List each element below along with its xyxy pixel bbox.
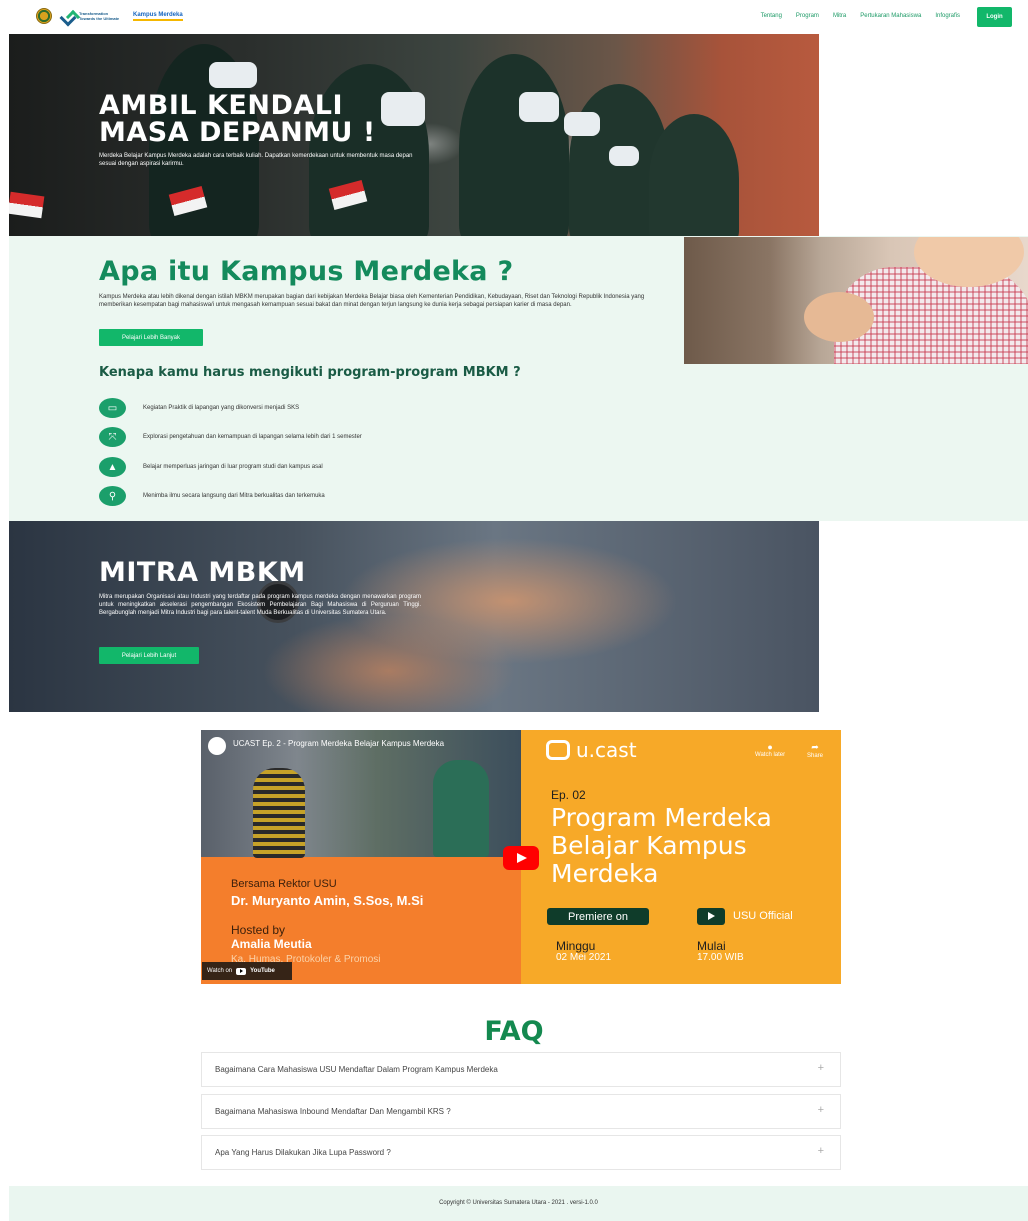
youtube-logo-icon (236, 967, 247, 975)
watch-later-button[interactable]: ● Watch later (755, 742, 785, 758)
about-photo (684, 237, 1028, 364)
video-title[interactable]: UCAST Ep. 2 - Program Merdeka Belajar Ka… (233, 739, 444, 748)
watch-on-label: Watch on (207, 968, 233, 974)
faq-question: Bagaimana Mahasiswa Inbound Mendaftar Da… (215, 1107, 451, 1116)
faq-item[interactable]: Bagaimana Cara Mahasiswa USU Mendaftar D… (201, 1052, 841, 1087)
plus-icon[interactable]: + (818, 1104, 824, 1116)
nav-link-tentang[interactable]: Tentang (761, 13, 782, 19)
with-rector-label: Bersama Rektor USU (231, 878, 337, 890)
nav-link-infografis[interactable]: Infografis (935, 13, 960, 19)
photo-student-hand (804, 292, 874, 342)
transformation-mark-icon (62, 10, 76, 22)
login-button[interactable]: Login (977, 7, 1012, 27)
face-mask-image (564, 112, 600, 136)
youtube-label: YouTube (250, 968, 275, 974)
rector-name: Dr. Muryanto Amin, S.Sos, M.Si (231, 893, 424, 908)
copyright-text: Copyright © Universitas Sumatera Utara -… (439, 1200, 598, 1206)
clock-icon: ● (767, 742, 773, 752)
kampus-merdeka-logo[interactable]: Kampus Merdeka (133, 12, 183, 21)
hero-student-figure (649, 114, 739, 236)
faq-title: FAQ (484, 1016, 544, 1047)
watch-on-youtube-button[interactable]: Watch on YouTube (202, 962, 292, 980)
nav-logos[interactable]: Transformation Towards the Ultimate Kamp… (36, 8, 183, 24)
channel-avatar[interactable] (208, 737, 226, 755)
ucast-logo-icon (546, 740, 570, 760)
plus-icon[interactable]: + (818, 1145, 824, 1157)
mitra-title: MITRA MBKM (99, 557, 306, 588)
why-mbkm-title: Kenapa kamu harus mengikuti program-prog… (99, 365, 521, 380)
usu-seal-logo[interactable] (36, 8, 52, 24)
reason-label: Belajar memperluas jaringan di luar prog… (143, 464, 323, 470)
play-button-icon[interactable] (503, 846, 539, 870)
nav-links: Tentang Program Mitra Pertukaran Mahasis… (761, 13, 960, 19)
share-arrow-icon: ➦ (811, 742, 819, 752)
face-mask-image (209, 62, 257, 88)
hero-title-line-2: MASA DEPANMU ! (99, 117, 376, 148)
face-mask-image (609, 146, 639, 166)
reason-item: ⤧ Explorasi pengetahuan dan kemampuan di… (99, 427, 362, 447)
share-label: Share (807, 753, 824, 759)
reason-item: ▲ Belajar memperluas jaringan di luar pr… (99, 457, 323, 477)
footer: Copyright © Universitas Sumatera Utara -… (9, 1186, 1028, 1221)
transformation-logo-text: Transformation Towards the Ultimate (79, 11, 120, 21)
reason-label: Explorasi pengetahuan dan kemampuan di l… (143, 434, 362, 440)
nav-link-program[interactable]: Program (796, 13, 819, 19)
hosted-by-label: Hosted by (231, 923, 286, 937)
faq-question: Bagaimana Cara Mahasiswa USU Mendaftar D… (215, 1065, 498, 1074)
briefcase-icon: ▭ (99, 398, 126, 418)
host-name: Amalia Meutia (231, 937, 312, 951)
about-title: Apa itu Kampus Merdeka ? (99, 256, 514, 287)
learn-more-button[interactable]: Pelajari Lebih Banyak (99, 329, 203, 346)
about-description: Kampus Merdeka atau lebih dikenal dengan… (99, 294, 645, 308)
ucast-brand: u.cast (546, 738, 637, 762)
faq-question: Apa Yang Harus Dilakukan Jika Lupa Passw… (215, 1148, 391, 1157)
indonesian-flag-image (9, 191, 45, 219)
hero-student-figure (459, 54, 569, 236)
video-person-rector (253, 768, 305, 858)
youtube-video-embed[interactable]: UCAST Ep. 2 - Program Merdeka Belajar Ka… (201, 730, 841, 984)
hero-subtitle: Merdeka Belajar Kampus Merdeka adalah ca… (99, 153, 413, 167)
faq-item[interactable]: Bagaimana Mahasiswa Inbound Mendaftar Da… (201, 1094, 841, 1129)
ucast-brand-text: u.cast (576, 738, 637, 762)
premiere-time: 17.00 WIB (697, 952, 744, 963)
premiere-badge: Premiere on (547, 908, 649, 925)
reason-item: ⚲ Menimba ilmu secara langsung dari Mitr… (99, 486, 325, 506)
learn-more-further-button[interactable]: Pelajari Lebih Lanjut (99, 647, 199, 664)
episode-label: Ep. 02 (551, 788, 586, 802)
faq-item[interactable]: Apa Yang Harus Dilakukan Jika Lupa Passw… (201, 1135, 841, 1170)
premiere-date: 02 Mei 2021 (556, 952, 612, 963)
video-thumbnail-photo (201, 730, 521, 858)
hero-banner: AMBIL KENDALI MASA DEPANMU ! Merdeka Bel… (9, 34, 819, 236)
watch-later-label: Watch later (755, 752, 786, 758)
transformation-logo[interactable]: Transformation Towards the Ultimate (62, 10, 123, 22)
reason-label: Kegiatan Praktik di lapangan yang dikonv… (143, 405, 300, 411)
nav-link-mitra[interactable]: Mitra (833, 13, 846, 19)
hero-title: AMBIL KENDALI MASA DEPANMU ! (99, 92, 439, 146)
navbar: Transformation Towards the Ultimate Kamp… (0, 0, 1028, 34)
expand-icon: ⤧ (99, 427, 126, 447)
reason-item: ▭ Kegiatan Praktik di lapangan yang diko… (99, 398, 299, 418)
face-mask-image (519, 92, 559, 122)
youtube-play-icon (697, 908, 725, 925)
mitra-description: Mitra merupakan Organisasi atau Industri… (99, 594, 421, 616)
mitra-banner: MITRA MBKM Mitra merupakan Organisasi at… (9, 521, 819, 712)
plus-icon[interactable]: + (818, 1062, 824, 1074)
network-icon: ▲ (99, 457, 126, 477)
nav-link-pertukaran-mahasiswa[interactable]: Pertukaran Mahasiswa (860, 13, 921, 19)
reason-label: Menimba ilmu secara langsung dari Mitra … (143, 493, 325, 499)
video-person-host (433, 760, 489, 857)
day-label: Minggu (556, 939, 596, 953)
start-label: Mulai (697, 939, 726, 953)
share-button[interactable]: ➦ Share (807, 742, 823, 759)
channel-name: USU Official (733, 910, 793, 922)
program-title: Program Merdeka Belajar Kampus Merdeka (551, 803, 772, 888)
lightbulb-icon: ⚲ (99, 486, 126, 506)
